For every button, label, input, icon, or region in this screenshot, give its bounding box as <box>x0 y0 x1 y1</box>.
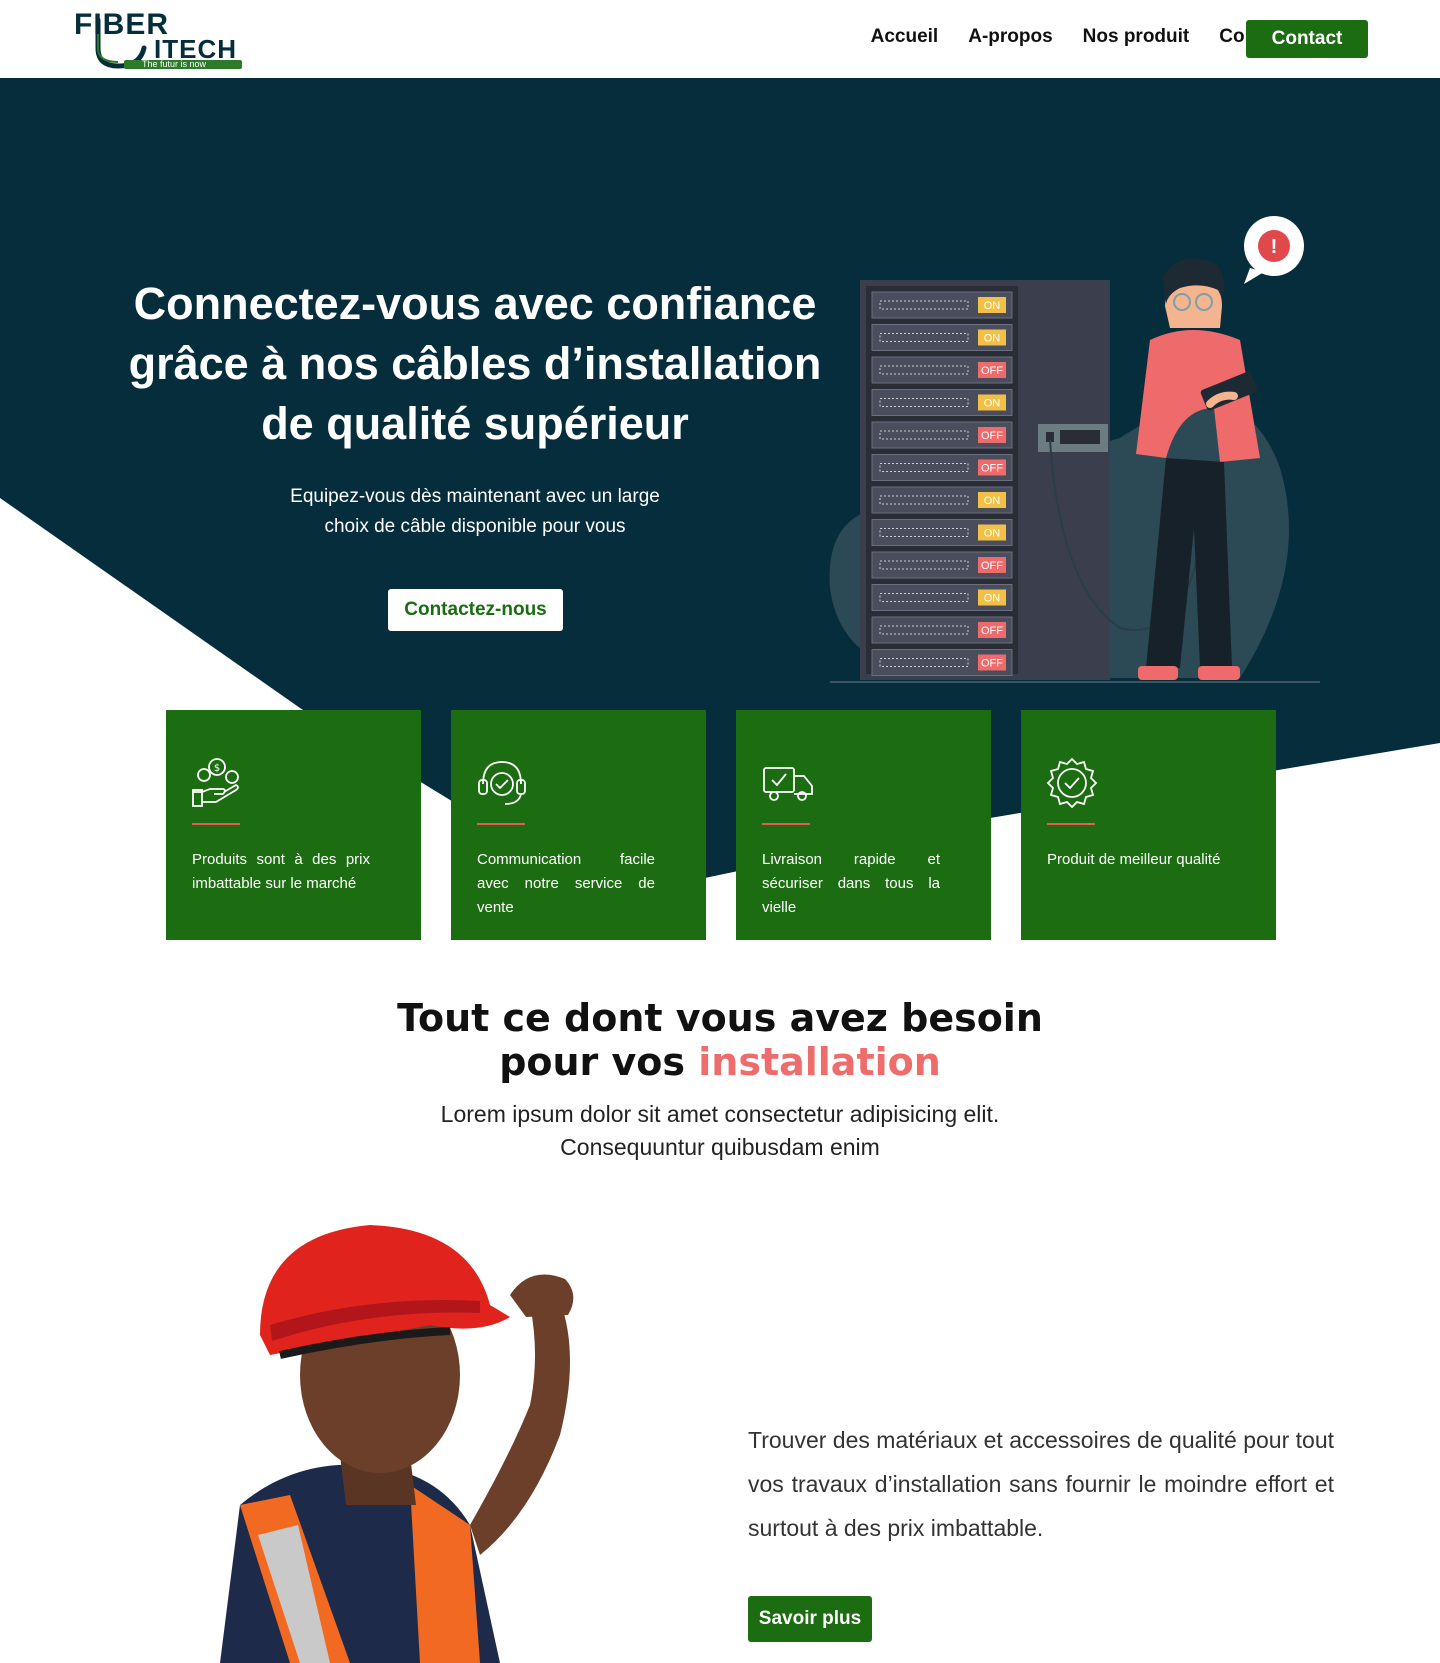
feature-cards: $ Produits sont à des prix imbattable su… <box>166 710 1276 940</box>
rack-status-label: ON <box>984 333 1001 345</box>
feature-text: Produit de meilleur qualité <box>1047 851 1221 868</box>
section-subtitle: Lorem ipsum dolor sit amet consectetur a… <box>440 1101 1000 1160</box>
feature-card-delivery: Livraison rapide et sécuriser dans tous … <box>736 710 991 940</box>
card-divider <box>192 823 240 825</box>
quality-badge-icon <box>1046 757 1098 809</box>
card-divider <box>1047 823 1095 825</box>
rack-unit: ON <box>871 584 1013 611</box>
rack-status-label: OFF <box>981 430 1003 442</box>
rack-unit: ON <box>871 324 1013 351</box>
money-hand-icon: $ <box>192 758 239 807</box>
hero-title: Connectez-vous avec confiance grâce à no… <box>128 278 822 449</box>
worker-photo <box>220 1225 574 1663</box>
hero-subtitle: Equipez-vous dès maintenant avec un larg… <box>290 486 660 537</box>
rack-status-label: ON <box>984 593 1001 605</box>
nav-link-a-propos[interactable]: A-propos <box>968 26 1052 48</box>
rack-status-label: ON <box>984 495 1001 507</box>
main-nav: Accueil A-propos Nos produit Contact <box>871 26 1290 48</box>
rack-unit: ON <box>871 519 1013 546</box>
card-divider <box>762 823 810 825</box>
delivery-truck-icon <box>763 767 813 801</box>
nav-link-accueil[interactable]: Accueil <box>871 26 939 48</box>
section-title-line1: Tout ce dont vous avez besoin <box>397 996 1043 1040</box>
rack-status-label: OFF <box>981 365 1003 377</box>
feature-text: Produits sont à des prix imbattable sur … <box>192 851 370 892</box>
rack-unit: OFF <box>871 649 1013 676</box>
feature-card-communication: Communication facile avec notre service … <box>451 710 706 940</box>
rack-unit: OFF <box>871 421 1013 449</box>
rack-unit: ON <box>871 389 1013 416</box>
rack-unit: OFF <box>871 356 1013 384</box>
rack-status-label: ON <box>984 398 1001 410</box>
rack-status-label: ON <box>984 528 1001 540</box>
header-contact-button[interactable]: Contact <box>1246 20 1368 58</box>
rack-status-label: OFF <box>981 658 1003 670</box>
learn-more-button[interactable]: Savoir plus <box>748 1596 872 1642</box>
feature-card-price: $ Produits sont à des prix imbattable su… <box>166 710 421 940</box>
rack-status-label: OFF <box>981 463 1003 475</box>
rack-unit: OFF <box>871 616 1013 644</box>
logo-tagline: The futur is now <box>142 59 207 69</box>
nav-link-nos-produit[interactable]: Nos produit <box>1083 26 1190 48</box>
rack-unit: ON <box>871 486 1013 514</box>
rack-unit: OFF <box>871 454 1013 481</box>
section-title: Tout ce dont vous avez besoin pour vos i… <box>380 996 1060 1084</box>
rack-status-label: ON <box>984 300 1001 312</box>
feature-text: Communication facile avec notre service … <box>477 851 655 916</box>
server-technician-illustration: ON ON OFF ON OFF OFF ON ON OFF ON OFF OFF ! <box>829 216 1320 683</box>
section-body-text: Trouver des matériaux et accessoires de … <box>748 1427 1334 1541</box>
rack-unit: OFF <box>871 551 1013 579</box>
rack-status-label: OFF <box>981 560 1003 572</box>
section-title-accent: installation <box>698 1040 941 1084</box>
rack-status-label: OFF <box>981 625 1003 637</box>
site-header: FIBER ITECH The futur is now Accueil A-p… <box>0 0 1440 78</box>
alert-icon: ! <box>1271 236 1278 258</box>
svg-text:$: $ <box>214 763 220 774</box>
hero-contact-button[interactable]: Contactez-nous <box>388 589 563 631</box>
card-divider <box>477 823 525 825</box>
feature-card-quality: Produit de meilleur qualité <box>1021 710 1276 940</box>
rack-unit: ON <box>871 291 1013 319</box>
headset-support-icon <box>478 761 526 805</box>
section-title-line2: pour vos <box>499 1040 699 1084</box>
fibertech-logo[interactable]: FIBER ITECH The futur is now <box>72 8 244 70</box>
feature-text: Livraison rapide et sécuriser dans tous … <box>762 851 940 916</box>
